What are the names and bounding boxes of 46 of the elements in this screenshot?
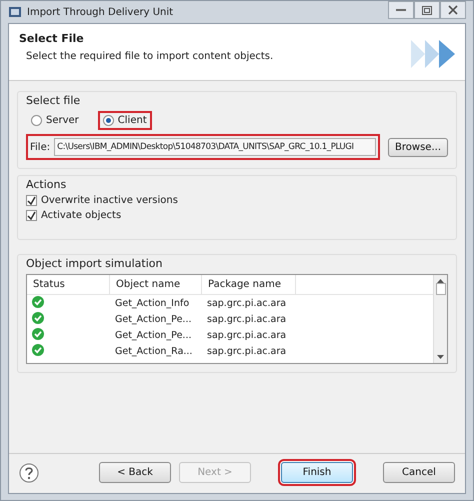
table-cell: sap.grc.pi.ac.ara	[207, 346, 286, 356]
radio-button[interactable]	[31, 115, 42, 126]
checkbox[interactable]	[26, 195, 37, 206]
app-icon	[8, 5, 22, 19]
wizard-button[interactable]: Finish	[281, 462, 353, 483]
table-cell: Get_Action_Pe...	[115, 314, 192, 324]
close-icon	[448, 5, 458, 15]
wizard-button[interactable]: < Back	[99, 462, 171, 483]
close-button[interactable]	[440, 1, 466, 19]
checkbox-label[interactable]: Overwrite inactive versions	[41, 195, 178, 206]
table-cell: Get_Action_Ra...	[115, 346, 192, 356]
radio-button[interactable]	[102, 115, 114, 126]
check-circle-icon	[32, 328, 44, 340]
window-title: Import Through Delivery Unit	[27, 6, 174, 18]
column-header[interactable]: Package name	[202, 275, 296, 294]
check-circle-icon	[32, 344, 44, 356]
scrollbar[interactable]	[433, 275, 447, 363]
group-label: Actions	[26, 178, 68, 191]
table-cell: sap.grc.pi.ac.ara	[207, 330, 286, 340]
field-label: File:	[30, 142, 50, 152]
column-header[interactable]: Object name	[110, 275, 202, 294]
browse-button[interactable]: Browse...	[388, 138, 448, 156]
maximize-icon	[422, 6, 432, 14]
scroll-thumb[interactable]	[436, 283, 446, 295]
page-description: Select the required file to import content objects.	[26, 51, 274, 62]
table-cell: Get_Action_Info	[115, 298, 190, 308]
checkbox[interactable]	[26, 210, 37, 221]
minimize-icon	[396, 8, 406, 12]
maximize-button[interactable]	[414, 1, 440, 19]
table-cell: sap.grc.pi.ac.ara	[207, 314, 286, 324]
group-label: Select file	[26, 94, 82, 107]
page-title: Select File	[19, 32, 85, 45]
column-header[interactable]: Status	[27, 275, 110, 294]
help-icon	[19, 462, 39, 482]
wizard-button[interactable]: Cancel	[383, 462, 455, 483]
checkbox-label[interactable]: Activate objects	[41, 210, 122, 221]
table-cell: Get_Action_Pe...	[115, 330, 192, 340]
file-path-field[interactable]: C:\Users\IBM_ADMIN\Desktop\51048703\DATA_UNITS\SAP_GRC_10.1_PLUGI	[54, 138, 376, 156]
check-circle-icon	[32, 312, 44, 324]
group-label: Object import simulation	[26, 257, 164, 270]
radio-label[interactable]: Server	[46, 115, 79, 126]
scroll-down-icon	[437, 355, 444, 359]
minimize-button[interactable]	[388, 1, 414, 19]
wizard-button: Next >	[179, 462, 251, 483]
table-cell: sap.grc.pi.ac.ara	[207, 298, 286, 308]
check-circle-icon	[32, 296, 44, 308]
